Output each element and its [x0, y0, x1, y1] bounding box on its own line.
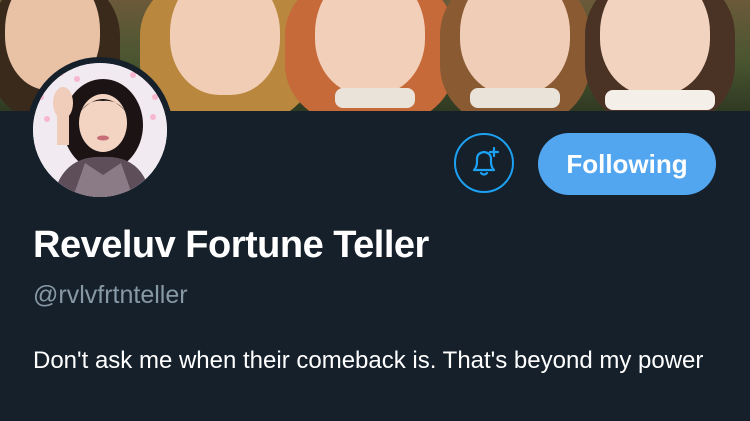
bell-plus-icon — [472, 146, 500, 176]
banner-figure-collar — [335, 88, 415, 108]
profile-display-name: Reveluv Fortune Teller — [33, 224, 429, 266]
notifications-toggle-button[interactable] — [454, 133, 514, 193]
profile-screen: Following Reveluv Fortune Teller @rvlvfr… — [0, 0, 750, 421]
banner-figure-collar — [470, 88, 560, 108]
avatar[interactable] — [33, 63, 167, 197]
profile-bio: Don't ask me when their comeback is. Tha… — [33, 347, 704, 374]
profile-handle: @rvlvfrtnteller — [33, 281, 188, 309]
banner-figure-collar — [605, 90, 715, 110]
following-button-label: Following — [566, 148, 688, 179]
following-button[interactable]: Following — [538, 133, 716, 195]
avatar-image — [33, 63, 167, 197]
